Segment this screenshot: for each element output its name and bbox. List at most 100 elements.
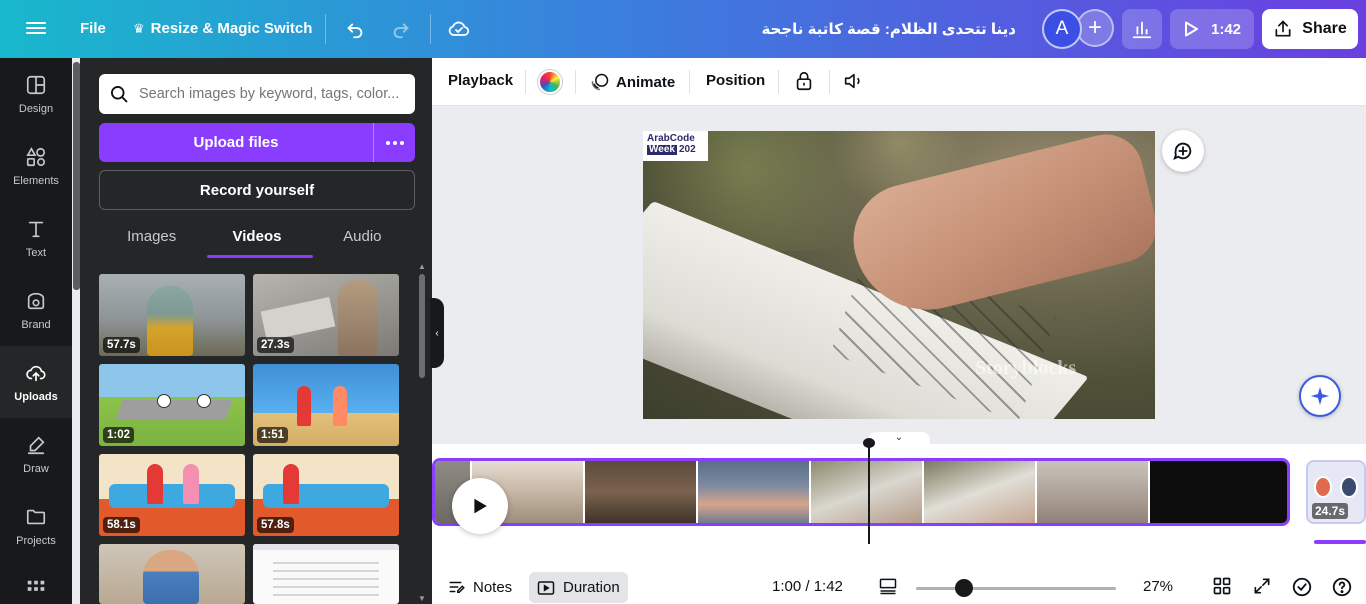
scroll-up-icon[interactable]: ▲	[418, 262, 426, 271]
duration-icon	[537, 580, 555, 595]
rail-item-design[interactable]: Design	[0, 58, 72, 130]
present-play-button[interactable]: 1:42	[1170, 9, 1254, 49]
magic-assistant-button[interactable]	[1299, 375, 1341, 417]
timeline-clip[interactable]	[1150, 461, 1287, 523]
design-canvas[interactable]: ArabCode Week 202 Storyblocks	[643, 131, 1155, 419]
upload-files-button[interactable]: Upload files	[99, 123, 374, 162]
position-label: Position	[706, 72, 766, 89]
resize-magic-switch-button[interactable]: ♛ Resize & Magic Switch	[133, 20, 312, 37]
lock-button[interactable]	[793, 70, 815, 92]
rail-item-projects[interactable]: Projects	[0, 490, 72, 562]
zoom-slider-handle[interactable]	[955, 579, 973, 597]
panel-scrollbar[interactable]	[419, 274, 425, 378]
collapse-panel-button[interactable]: ‹	[430, 298, 444, 368]
dot	[392, 140, 397, 145]
playhead-handle[interactable]	[863, 438, 875, 448]
search-input[interactable]	[139, 86, 401, 102]
timeline-clip[interactable]	[698, 461, 811, 523]
help-icon	[1332, 577, 1352, 597]
playback-button[interactable]: Playback	[448, 72, 513, 89]
rail-item-draw[interactable]: Draw	[0, 418, 72, 490]
notes-button[interactable]: Notes	[448, 578, 512, 596]
animate-button[interactable]: Animate	[590, 72, 675, 92]
video-thumbnail[interactable]: 1:02	[99, 364, 245, 446]
duration-button[interactable]: Duration	[529, 572, 628, 603]
design-title[interactable]: دينا تتحدى الظلام: قصة كاتبة ناجحة	[761, 20, 1016, 38]
volume-button[interactable]	[842, 70, 864, 92]
rail-item-text[interactable]: Text	[0, 202, 72, 274]
video-thumbnail[interactable]	[99, 544, 245, 604]
video-thumbnail[interactable]: 58.1s	[99, 454, 245, 536]
duration-label: Duration	[563, 579, 620, 596]
playhead[interactable]	[868, 444, 870, 544]
rail-label: Draw	[23, 462, 49, 475]
video-thumbnail[interactable]: 57.8s	[253, 454, 399, 536]
person-figure	[147, 286, 193, 356]
rail-item-brand[interactable]: Brand	[0, 274, 72, 346]
zoom-slider-track[interactable]	[916, 587, 1116, 590]
comment-plus-icon	[1173, 142, 1192, 161]
color-button[interactable]	[538, 70, 562, 94]
file-menu-button[interactable]: File	[80, 20, 106, 37]
position-button[interactable]: Position	[706, 72, 765, 89]
grid-view-icon	[1213, 577, 1231, 595]
share-button[interactable]: Share	[1262, 9, 1358, 49]
playback-label: Playback	[448, 72, 514, 89]
timeline-clip[interactable]	[924, 461, 1037, 523]
tab-images[interactable]: Images	[99, 228, 204, 260]
person-figure	[338, 280, 378, 356]
rail-item-uploads[interactable]: Uploads	[0, 346, 72, 418]
video-thumbnail[interactable]: 57.7s	[99, 274, 245, 356]
next-page-clip[interactable]: 24.7s	[1306, 460, 1366, 524]
chevron-left-icon: ‹	[435, 327, 439, 339]
add-comment-button[interactable]	[1162, 130, 1204, 172]
search-box[interactable]	[99, 74, 415, 114]
top-bar: File ♛ Resize & Magic Switch دينا تتحدى …	[0, 0, 1366, 58]
text-icon	[28, 221, 44, 237]
redo-icon[interactable]	[387, 15, 415, 43]
video-duration: 27.3s	[257, 337, 294, 353]
cartoon-figure	[333, 386, 347, 426]
timeline-clip[interactable]	[1037, 461, 1150, 523]
timeline-toggle[interactable]: ⌄	[868, 432, 930, 446]
video-thumbnail[interactable]: 27.3s	[253, 274, 399, 356]
rail-item-elements[interactable]: Elements	[0, 130, 72, 202]
avatar[interactable]: A	[1042, 9, 1082, 49]
rail-label: Brand	[21, 318, 51, 331]
brand-icon	[27, 292, 45, 309]
scroll-down-icon[interactable]: ▼	[418, 594, 426, 603]
grid-view-button[interactable]	[1212, 576, 1232, 596]
undo-icon[interactable]	[341, 15, 369, 43]
uploads-panel: Upload files Record yourself Images Vide…	[80, 58, 432, 604]
cartoon-head	[197, 394, 211, 408]
dot	[399, 140, 404, 145]
menu-icon[interactable]	[26, 19, 46, 39]
record-yourself-button[interactable]: Record yourself	[99, 170, 415, 210]
resize-label: Resize & Magic Switch	[150, 20, 313, 37]
divider	[525, 70, 526, 94]
help-button[interactable]	[1331, 576, 1353, 598]
paper-shape	[260, 297, 336, 341]
page-view-button[interactable]	[878, 576, 898, 596]
share-label: Share	[1302, 20, 1347, 37]
insights-button[interactable]	[1122, 9, 1162, 49]
timeline-play-button[interactable]	[452, 478, 508, 534]
color-wheel-icon	[538, 70, 562, 94]
fullscreen-button[interactable]	[1252, 576, 1272, 596]
rail-scrollbar[interactable]	[73, 62, 80, 290]
timeline-clip[interactable]	[585, 461, 698, 523]
rail-item-apps[interactable]	[0, 562, 72, 604]
timeline-track[interactable]	[432, 458, 1290, 526]
tab-audio[interactable]: Audio	[310, 228, 415, 260]
more-options-button[interactable]	[374, 123, 415, 162]
divider	[689, 70, 690, 94]
zoom-level[interactable]: 27%	[1143, 578, 1173, 595]
video-thumbnail[interactable]: 1:51	[253, 364, 399, 446]
video-thumbnail[interactable]	[253, 544, 399, 604]
cartoon-figure	[297, 386, 311, 426]
upload-cloud-icon	[26, 365, 46, 381]
cloud-saved-icon[interactable]	[445, 15, 473, 43]
lock-icon	[796, 71, 812, 91]
elements-icon	[26, 146, 46, 166]
check-status-button[interactable]	[1291, 576, 1313, 598]
